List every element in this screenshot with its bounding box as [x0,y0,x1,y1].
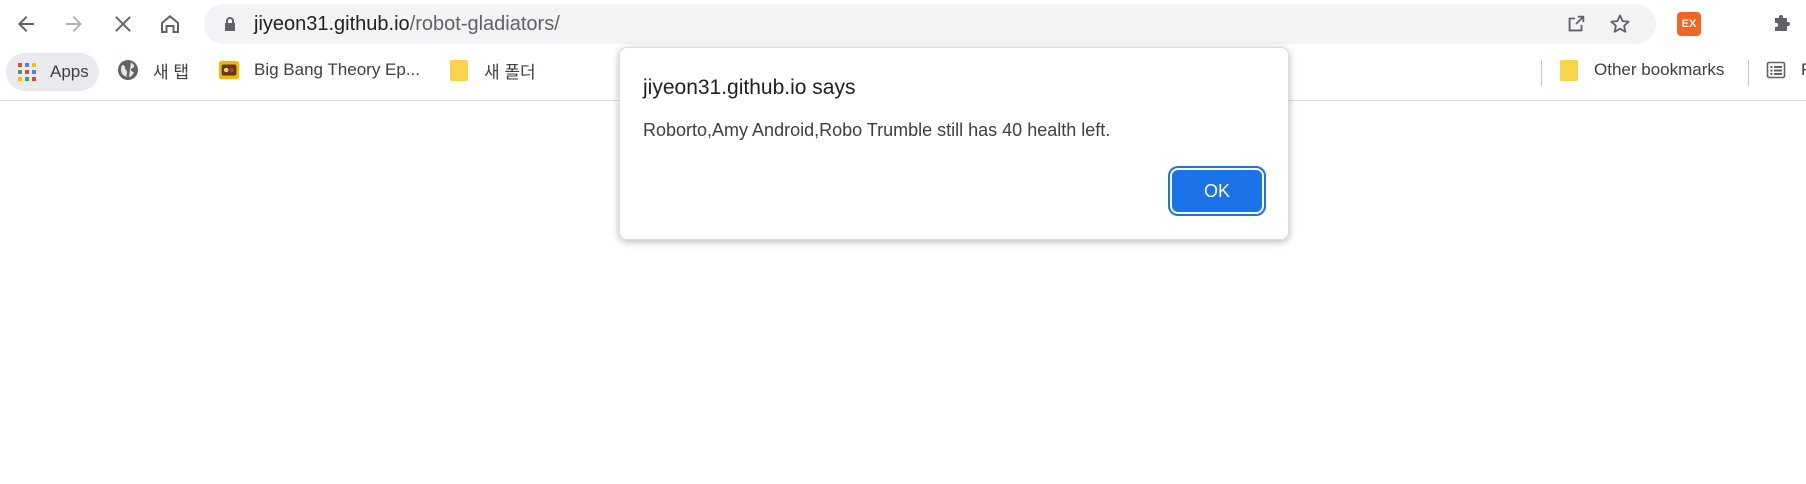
url-host: jiyeon31.github.io [254,13,410,35]
bookmarks-divider [1748,60,1749,86]
reading-list-label: R [1801,60,1806,80]
bookmark-apps[interactable]: Apps [6,53,99,91]
reading-list-button[interactable]: R [1765,54,1806,86]
reading-list-icon [1765,59,1787,81]
star-icon [1610,14,1630,33]
bookmark-apps-label: Apps [50,62,89,81]
folder-icon [448,59,470,81]
home-button[interactable] [152,6,188,42]
url-text[interactable]: jiyeon31.github.io/robot-gladiators/ [254,13,560,35]
other-bookmarks-label: Other bookmarks [1594,60,1725,79]
browser-toolbar: jiyeon31.github.io/robot-gladiators/ EX [0,0,1806,48]
site-favicon-icon [218,59,240,81]
dialog-message: Roborto,Amy Android,Robo Trumble still h… [643,120,1111,140]
puzzle-icon[interactable] [1771,12,1795,36]
alert-dialog: jiyeon31.github.io says Roborto,Amy Andr… [619,47,1289,240]
bookmark-new-tab[interactable]: 새 탭 [117,54,189,86]
bookmark-new-folder-label: 새 폴더 [484,62,536,82]
bookmark-new-tab-label: 새 탭 [153,62,190,82]
folder-icon [1558,59,1580,81]
lock-icon[interactable] [222,16,238,32]
globe-icon [117,59,139,81]
dialog-title: jiyeon31.github.io says [643,76,856,99]
bookmark-big-bang-theory-label: Big Bang Theory Ep... [254,60,421,79]
address-bar[interactable]: jiyeon31.github.io/robot-gladiators/ [204,4,1656,44]
back-button[interactable] [8,6,44,42]
ok-button[interactable]: OK [1172,170,1262,212]
share-button[interactable] [1564,12,1588,36]
url-path: /robot-gladiators/ [409,13,560,35]
bookmark-new-folder[interactable]: 새 폴더 [448,54,536,86]
arrow-left-icon [18,16,34,32]
bookmark-big-bang-theory[interactable]: Big Bang Theory Ep... [218,54,420,86]
stop-loading-button[interactable] [105,6,141,42]
arrow-right-icon [66,16,82,32]
bookmarks-divider [1541,60,1542,86]
share-icon [1568,15,1585,32]
extension-badge-icon[interactable]: EX [1677,12,1701,36]
apps-grid-icon [16,61,38,83]
forward-button[interactable] [56,6,92,42]
close-icon [115,16,131,32]
bookmark-star-button[interactable] [1608,12,1632,36]
home-icon [161,15,179,33]
bookmark-other-bookmarks[interactable]: Other bookmarks [1558,54,1724,86]
